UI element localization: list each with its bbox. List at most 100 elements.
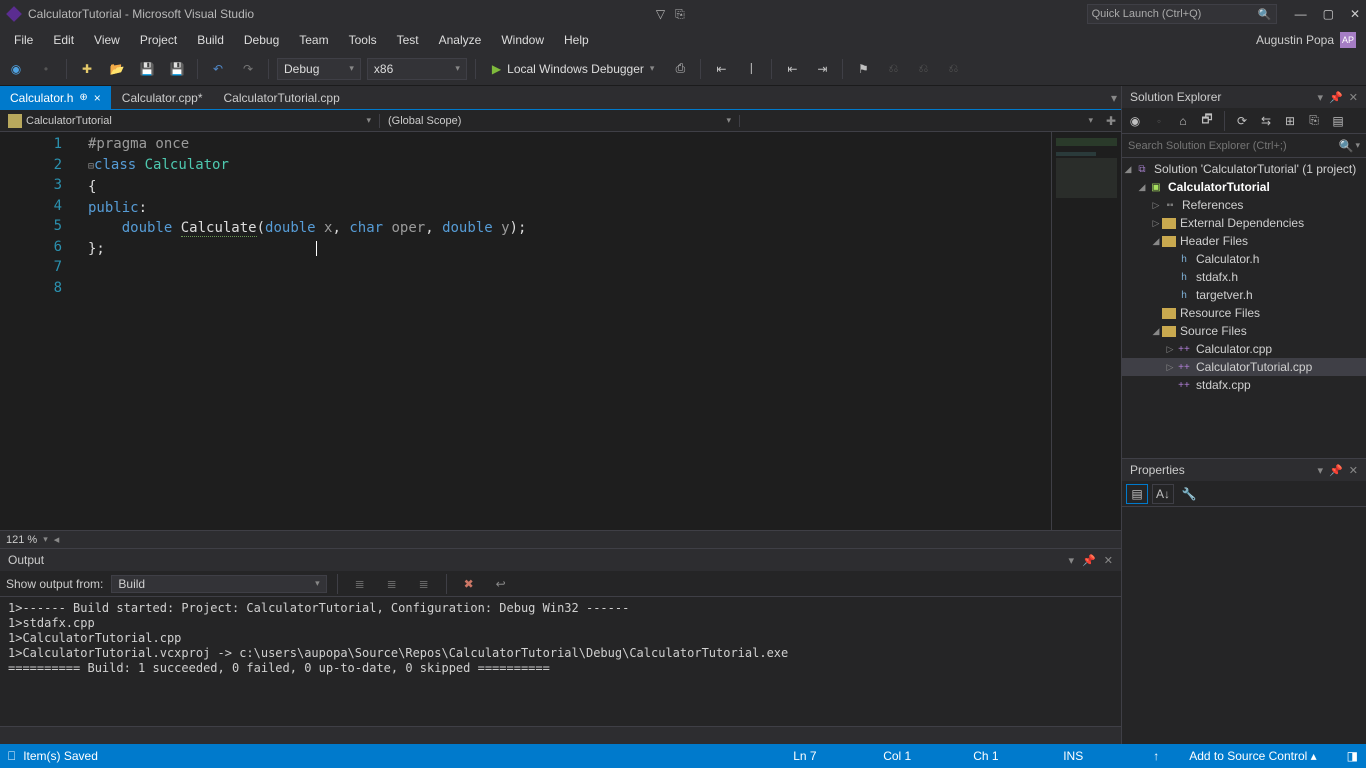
header-file[interactable]: htargetver.h <box>1122 286 1366 304</box>
save-button[interactable]: 💾 <box>135 57 159 81</box>
redo-button[interactable]: ↷ <box>236 57 260 81</box>
toolbar-btn-6[interactable]: ⎌ <box>881 57 905 81</box>
header-file[interactable]: hCalculator.h <box>1122 250 1366 268</box>
se-search-input[interactable] <box>1128 140 1339 152</box>
props-alpha-button[interactable]: A↓ <box>1152 484 1174 504</box>
output-text[interactable]: 1>------ Build started: Project: Calcula… <box>0 597 1121 726</box>
start-debug-button[interactable]: ▶ Local Windows Debugger ▾ <box>484 57 663 81</box>
save-all-button[interactable]: 💾 <box>165 57 189 81</box>
config-combo[interactable]: Debug▾ <box>277 58 361 80</box>
user-name[interactable]: Augustin Popa <box>1256 33 1334 47</box>
zoom-caret[interactable]: ▾ <box>43 534 48 545</box>
user-avatar-icon[interactable]: AP <box>1340 32 1356 48</box>
panel-close-icon[interactable]: ✕ <box>1104 554 1113 567</box>
pane-menu-icon[interactable]: ▾ <box>1318 464 1324 477</box>
platform-combo[interactable]: x86▾ <box>367 58 467 80</box>
output-wrap-button[interactable]: ↩ <box>489 572 513 596</box>
props-events-button[interactable]: 🔧 <box>1178 484 1200 504</box>
output-clear-button[interactable]: ✖ <box>457 572 481 596</box>
nav-project-combo[interactable]: CalculatorTutorial ▾ <box>0 114 380 128</box>
menu-window[interactable]: Window <box>491 29 554 51</box>
toolbar-btn-1[interactable]: ⎙ <box>668 57 692 81</box>
code-editor[interactable]: 1 2 3 4 5 6 7 8 #pragma once ⊟class Calc… <box>0 132 1121 530</box>
menu-file[interactable]: File <box>4 29 43 51</box>
se-fwd-icon[interactable]: ◦ <box>1150 112 1168 130</box>
menu-debug[interactable]: Debug <box>234 29 289 51</box>
source-control-button[interactable]: Add to Source Control ▴ <box>1189 749 1316 763</box>
output-btn-2[interactable]: ≣ <box>380 572 404 596</box>
menu-team[interactable]: Team <box>289 29 338 51</box>
code-content[interactable]: #pragma once ⊟class Calculator { public:… <box>80 132 1051 530</box>
panel-pin-icon[interactable]: 📌 <box>1082 554 1096 567</box>
pane-pin-icon[interactable]: 📌 <box>1329 464 1343 477</box>
status-corner-icon[interactable]: ◨ <box>1347 749 1358 763</box>
pane-close-icon[interactable]: ✕ <box>1349 464 1358 477</box>
source-file[interactable]: ▷++Calculator.cpp <box>1122 340 1366 358</box>
header-file[interactable]: hstdafx.h <box>1122 268 1366 286</box>
split-icon[interactable]: ✚ <box>1101 114 1121 128</box>
references-node[interactable]: ▷▪▪References <box>1122 196 1366 214</box>
se-home-icon[interactable]: ⌂ <box>1174 112 1192 130</box>
menu-edit[interactable]: Edit <box>43 29 84 51</box>
minimize-button[interactable]: — <box>1295 7 1307 21</box>
menu-test[interactable]: Test <box>387 29 429 51</box>
nav-member-combo[interactable]: ▾ <box>740 115 1101 126</box>
zoom-level[interactable]: 121 % <box>6 534 37 546</box>
source-files-node[interactable]: ◢Source Files <box>1122 322 1366 340</box>
toolbar-btn-3[interactable]: ⼁ <box>739 57 763 81</box>
minimap[interactable] <box>1051 132 1121 530</box>
menu-project[interactable]: Project <box>130 29 187 51</box>
maximize-button[interactable]: ▢ <box>1323 7 1334 21</box>
menu-build[interactable]: Build <box>187 29 234 51</box>
pane-close-icon[interactable]: ✕ <box>1349 91 1358 104</box>
resource-files-node[interactable]: Resource Files <box>1122 304 1366 322</box>
indent-button[interactable]: ⇥ <box>810 57 834 81</box>
output-from-combo[interactable]: Build ▾ <box>111 575 326 593</box>
flag-icon[interactable]: ▽ <box>656 7 665 21</box>
source-file[interactable]: ++stdafx.cpp <box>1122 376 1366 394</box>
tab-calculator-h[interactable]: Calculator.h ⊕ × <box>0 86 112 109</box>
menu-analyze[interactable]: Analyze <box>429 29 492 51</box>
props-categorized-button[interactable]: ▤ <box>1126 484 1148 504</box>
tab-overflow[interactable]: ▾ <box>1107 86 1121 109</box>
output-btn-1[interactable]: ≣ <box>348 572 372 596</box>
se-props-icon[interactable]: ⎘ <box>1305 112 1323 130</box>
search-caret[interactable]: ▾ <box>1355 140 1360 151</box>
close-button[interactable]: ✕ <box>1350 7 1360 21</box>
open-button[interactable]: 📂 <box>105 57 129 81</box>
source-file[interactable]: ▷++CalculatorTutorial.cpp <box>1122 358 1366 376</box>
panel-menu-icon[interactable]: ▾ <box>1069 554 1075 567</box>
output-btn-3[interactable]: ≣ <box>412 572 436 596</box>
nav-scope-combo[interactable]: (Global Scope) ▾ <box>380 115 740 127</box>
se-preview-icon[interactable]: ▤ <box>1329 112 1347 130</box>
bookmark-button[interactable]: ⚑ <box>851 57 875 81</box>
external-deps-node[interactable]: ▷External Dependencies <box>1122 214 1366 232</box>
status-notification-icon[interactable]: ⎕ <box>8 749 15 764</box>
solution-tree[interactable]: ◢⧉Solution 'CalculatorTutorial' (1 proje… <box>1122 158 1366 458</box>
pane-menu-icon[interactable]: ▾ <box>1318 91 1324 104</box>
tab-calculator-cpp[interactable]: Calculator.cpp* <box>112 86 214 109</box>
toolbar-btn-7[interactable]: ⎌ <box>911 57 935 81</box>
publish-icon[interactable]: ↑ <box>1153 749 1159 763</box>
menu-help[interactable]: Help <box>554 29 599 51</box>
menu-view[interactable]: View <box>84 29 130 51</box>
new-project-button[interactable]: ✚ <box>75 57 99 81</box>
hscroll-left[interactable]: ◂ <box>54 533 60 546</box>
se-sync-icon[interactable]: 🗗 <box>1198 112 1216 130</box>
pane-pin-icon[interactable]: 📌 <box>1329 91 1343 104</box>
undo-button[interactable]: ↶ <box>206 57 230 81</box>
feedback-icon[interactable]: ⎘ <box>675 7 685 22</box>
solution-node[interactable]: ◢⧉Solution 'CalculatorTutorial' (1 proje… <box>1122 160 1366 178</box>
nav-fwd-button[interactable]: • <box>34 57 58 81</box>
close-icon[interactable]: × <box>94 91 101 105</box>
quick-launch-input[interactable]: Quick Launch (Ctrl+Q) 🔍 <box>1087 4 1277 24</box>
toolbar-btn-8[interactable]: ⎌ <box>941 57 965 81</box>
se-refresh-icon[interactable]: ⟳ <box>1233 112 1251 130</box>
outdent-button[interactable]: ⇤ <box>780 57 804 81</box>
toolbar-btn-2[interactable]: ⇤ <box>709 57 733 81</box>
search-icon[interactable]: 🔍 <box>1339 139 1354 153</box>
header-files-node[interactable]: ◢Header Files <box>1122 232 1366 250</box>
nav-back-button[interactable]: ◉ <box>4 57 28 81</box>
project-node[interactable]: ◢▣CalculatorTutorial <box>1122 178 1366 196</box>
pin-icon[interactable]: ⊕ <box>79 92 87 103</box>
